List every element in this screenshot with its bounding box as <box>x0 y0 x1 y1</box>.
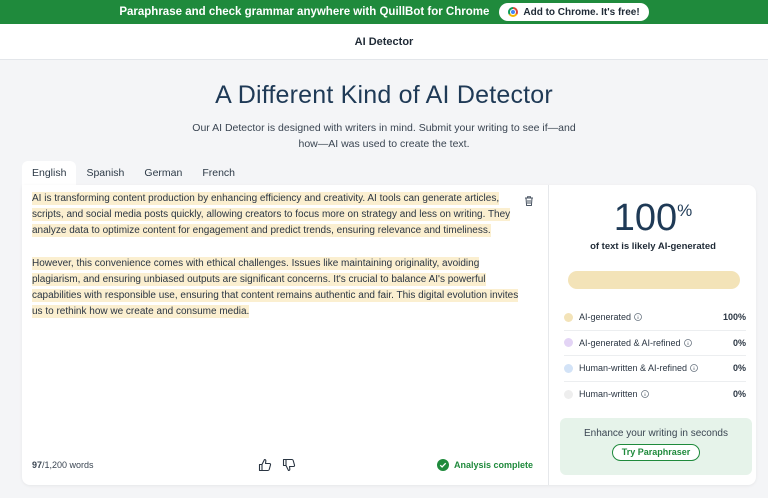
legend-value: 0% <box>732 337 746 348</box>
chrome-icon <box>508 7 519 17</box>
results-legend: AI-generated 100% AI-generated & AI-refi… <box>564 305 746 407</box>
legend-dot <box>564 389 573 399</box>
tab-english[interactable]: English <box>22 161 77 185</box>
paragraph-2: However, this convenience comes with eth… <box>32 256 522 321</box>
tab-french[interactable]: French <box>192 161 245 185</box>
legend-label: AI-generated <box>579 312 632 323</box>
hero-title: A Different Kind of AI Detector <box>215 81 553 109</box>
legend-row-ai-generated-ai-refined: AI-generated & AI-refined 0% <box>564 331 746 356</box>
word-count: 97/1,200 words <box>32 460 94 470</box>
check-circle-icon <box>436 459 449 471</box>
add-to-chrome-button[interactable]: Add to Chrome. It's free! <box>499 3 649 21</box>
trash-icon[interactable] <box>523 195 535 207</box>
tab-german[interactable]: German <box>134 161 192 185</box>
editor-footer: 97/1,200 words Analysis complete <box>32 455 537 475</box>
try-paraphraser-button[interactable]: Try Paraphraser <box>611 444 701 461</box>
promo-text: Enhance your writing in seconds <box>584 428 728 439</box>
score-unit: % <box>677 201 693 220</box>
legend-row-human-written: Human-written 0% <box>564 382 746 408</box>
paraphraser-promo: Enhance your writing in seconds Try Para… <box>560 418 752 475</box>
legend-label: Human-written & AI-refined <box>579 363 688 374</box>
input-text[interactable]: AI is transforming content production by… <box>32 191 522 336</box>
hero-subtitle-line-2: how—AI was used to create the text. <box>298 138 470 150</box>
score-label: of text is likely AI-generated <box>590 241 716 252</box>
highlighted-text: AI is transforming content production by… <box>32 192 511 238</box>
ai-score-bar-fill <box>568 271 740 289</box>
info-icon[interactable] <box>683 338 692 347</box>
highlighted-text: However, this convenience comes with eth… <box>32 256 519 319</box>
legend-dot <box>564 312 573 322</box>
legend-row-human-written-ai-refined: Human-written & AI-refined 0% <box>564 356 746 382</box>
score-value: 100 <box>613 197 678 239</box>
status-text: Analysis complete <box>453 460 533 470</box>
language-tabs: English Spanish German French <box>22 161 245 185</box>
word-limit: /1,200 words <box>42 460 94 470</box>
add-to-chrome-label: Add to Chrome. It's free! <box>523 6 640 18</box>
promo-banner: Paraphrase and check grammar anywhere wi… <box>0 0 768 24</box>
results-panel: 100% of text is likely AI-generated AI-g… <box>550 185 756 485</box>
paragraph-1: AI is transforming content production by… <box>32 191 522 240</box>
legend-row-ai-generated: AI-generated 100% <box>564 305 746 331</box>
detector-card: AI is transforming content production by… <box>22 185 756 485</box>
ai-score-bar <box>568 271 740 289</box>
banner-text: Paraphrase and check grammar anywhere wi… <box>119 6 490 18</box>
thumbs-down-icon[interactable] <box>282 458 296 472</box>
legend-dot <box>564 363 573 373</box>
legend-value: 100% <box>722 312 746 323</box>
hero-subtitle: Our AI Detector is designed with writers… <box>0 120 768 152</box>
thumbs-up-icon[interactable] <box>258 458 272 472</box>
legend-label: Human-written <box>579 389 638 400</box>
tab-spanish[interactable]: Spanish <box>76 161 134 185</box>
ai-score: 100% <box>550 197 756 240</box>
page-title: AI Detector <box>354 35 414 48</box>
text-editor[interactable]: AI is transforming content production by… <box>22 185 549 485</box>
info-icon[interactable] <box>640 390 649 399</box>
legend-dot <box>564 338 573 348</box>
word-count-value: 97 <box>32 460 43 470</box>
info-icon[interactable] <box>690 364 698 373</box>
feedback-buttons <box>258 458 296 472</box>
legend-label: AI-generated & AI-refined <box>579 337 681 348</box>
legend-value: 0% <box>732 363 746 374</box>
info-icon[interactable] <box>634 313 642 322</box>
legend-value: 0% <box>732 389 746 400</box>
top-bar: AI Detector <box>0 24 768 60</box>
analysis-status: Analysis complete <box>436 459 533 471</box>
hero-subtitle-line-1: Our AI Detector is designed with writers… <box>192 122 576 134</box>
